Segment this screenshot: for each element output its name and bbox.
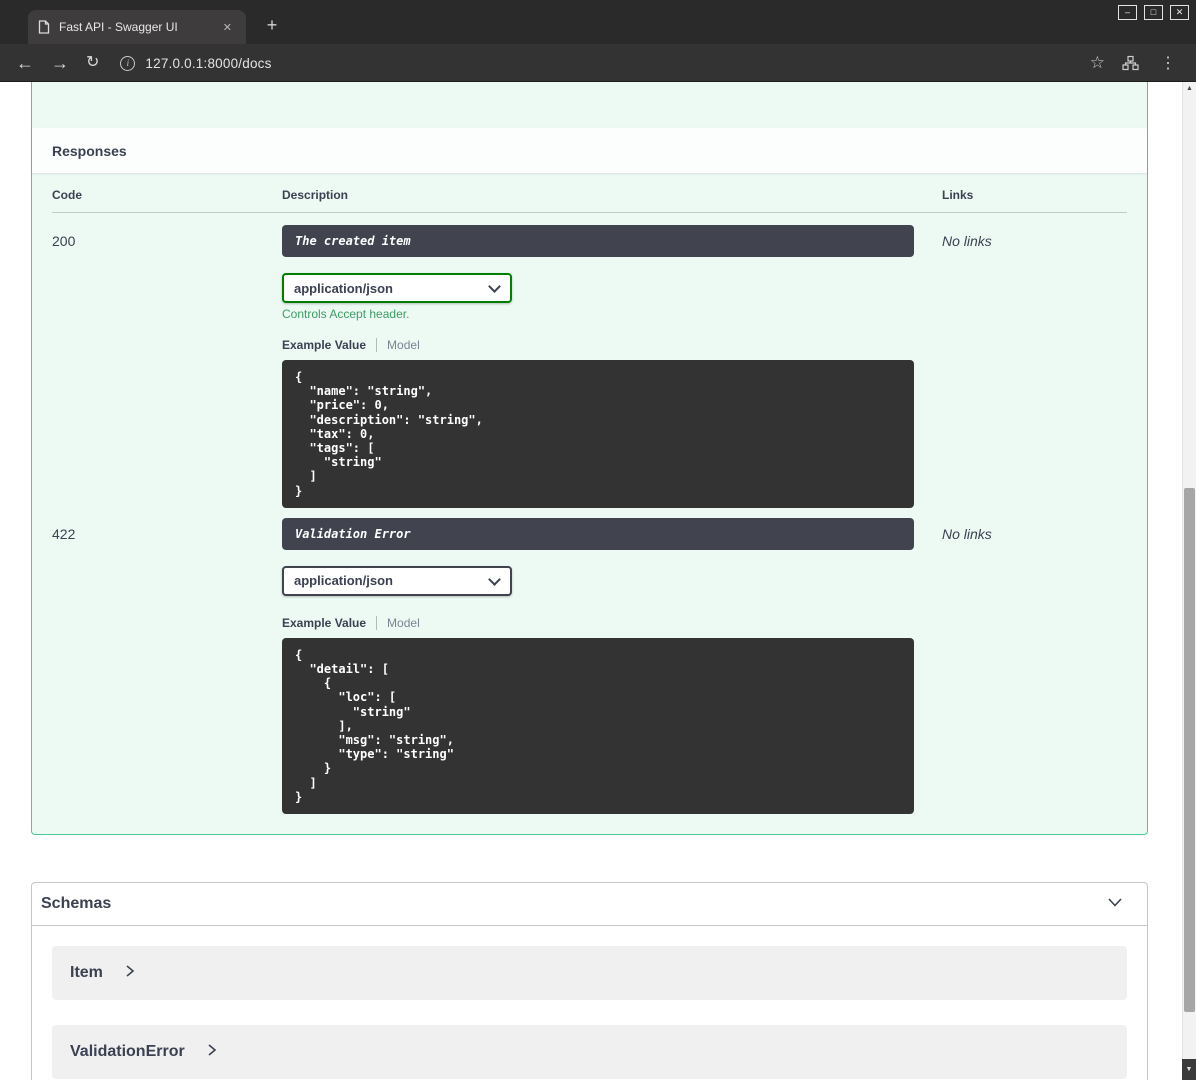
url-text[interactable]: 127.0.0.1:8000/docs	[145, 56, 271, 71]
site-info-icon[interactable]: i	[120, 55, 136, 71]
browser-menu-icon[interactable]: ⋮	[1156, 53, 1180, 73]
example-model-tabs: Example Value Model	[282, 338, 942, 352]
response-description: Validation Error	[282, 517, 914, 550]
media-type-select[interactable]: application/json	[282, 273, 512, 303]
post-operation-panel: Responses Code Description Links 200 The…	[31, 82, 1148, 836]
schema-item-row[interactable]: Item	[52, 946, 1127, 1001]
tab-divider	[376, 338, 378, 352]
titlebar: Fast API - Swagger UI ✕ + – □ ✕	[0, 0, 1196, 44]
new-tab-button[interactable]: +	[258, 13, 286, 39]
reload-button[interactable]: ↻	[86, 55, 99, 71]
response-row-422: 422 Validation Error application/json Ex…	[52, 508, 1127, 815]
chevron-down-icon[interactable]	[1105, 892, 1125, 917]
response-code: 422	[52, 525, 76, 542]
response-links: No links	[942, 233, 992, 249]
tab-close-icon[interactable]: ✕	[219, 19, 236, 36]
example-json-block: { "name": "string", "price": 0, "descrip…	[282, 360, 914, 508]
page-favicon-icon	[38, 20, 50, 34]
browser-window: Fast API - Swagger UI ✕ + – □ ✕ ← → ↻ i …	[0, 0, 1196, 1080]
col-header-links: Links	[942, 188, 974, 202]
schemas-title: Schemas	[41, 895, 112, 913]
tab-divider	[376, 615, 378, 630]
schema-validationerror-row[interactable]: ValidationError	[52, 1025, 1127, 1080]
responses-table: Code Description Links 200 The created i…	[32, 173, 1147, 834]
back-button[interactable]: ←	[16, 54, 34, 72]
schemas-body: Item ValidationError	[32, 926, 1147, 1080]
navigation-bar: ← → ↻ i 127.0.0.1:8000/docs ☆ ⋮	[0, 44, 1196, 82]
bookmark-star-icon[interactable]: ☆	[1090, 53, 1105, 73]
scrollbar-thumb[interactable]	[1184, 488, 1195, 1012]
response-description: The created item	[282, 225, 914, 257]
schemas-section: Schemas Item ValidationError	[31, 882, 1148, 1080]
media-type-select[interactable]: application/json	[282, 565, 512, 596]
page-scrollbar[interactable]: ▲ ▼	[1182, 82, 1196, 1080]
chevron-right-icon	[207, 1043, 217, 1062]
example-model-tabs: Example Value Model	[282, 615, 942, 630]
tab-example-value[interactable]: Example Value	[282, 616, 366, 630]
extension-icon[interactable]	[1122, 55, 1139, 71]
minimize-button[interactable]: –	[1118, 5, 1137, 20]
page-content: Responses Code Description Links 200 The…	[0, 82, 1196, 1080]
response-links: No links	[942, 525, 992, 542]
tab-model[interactable]: Model	[387, 338, 420, 352]
schema-name: Item	[70, 964, 103, 982]
tab-title: Fast API - Swagger UI	[59, 20, 178, 34]
col-header-description: Description	[282, 188, 349, 202]
tab-example-value[interactable]: Example Value	[282, 338, 366, 352]
maximize-button[interactable]: □	[1144, 5, 1163, 20]
response-row-200: 200 The created item application/json Co…	[52, 213, 1127, 508]
accept-header-note: Controls Accept header.	[282, 307, 410, 321]
schema-name: ValidationError	[70, 1043, 185, 1061]
response-code: 200	[52, 233, 76, 249]
example-json-block: { "detail": [ { "loc": [ "string" ], "ms…	[282, 637, 914, 815]
opblock-spacer	[32, 82, 1147, 128]
forward-button[interactable]: →	[51, 54, 69, 72]
schemas-header[interactable]: Schemas	[32, 883, 1147, 927]
col-header-code: Code	[52, 188, 82, 202]
responses-section-header: Responses	[32, 128, 1147, 173]
chevron-right-icon	[125, 964, 135, 983]
responses-title: Responses	[52, 142, 127, 159]
browser-tab[interactable]: Fast API - Swagger UI ✕	[28, 10, 246, 44]
window-controls: – □ ✕	[1118, 5, 1189, 20]
scroll-up-icon[interactable]: ▲	[1183, 85, 1196, 92]
scroll-down-icon[interactable]: ▼	[1182, 1059, 1196, 1080]
address-bar[interactable]: i 127.0.0.1:8000/docs	[120, 55, 1072, 71]
tab-model[interactable]: Model	[387, 616, 420, 630]
close-button[interactable]: ✕	[1170, 5, 1189, 20]
responses-table-header: Code Description Links	[52, 173, 1127, 213]
